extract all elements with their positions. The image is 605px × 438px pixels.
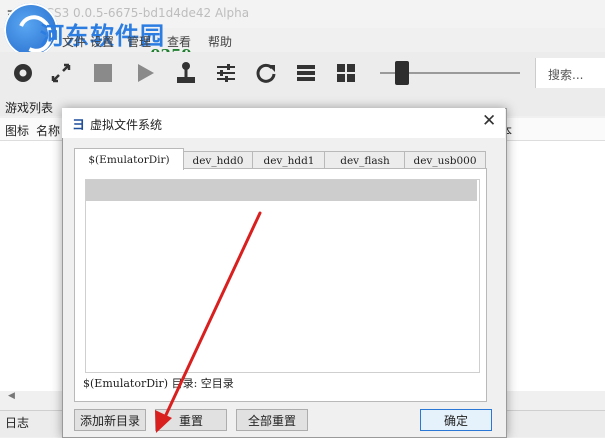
reset-all-button[interactable]: 全部重置 (236, 409, 308, 431)
close-icon[interactable]: ✕ (482, 111, 496, 131)
slider-handle[interactable] (395, 61, 409, 85)
refresh-icon[interactable] (253, 60, 279, 86)
joystick-icon[interactable] (173, 60, 199, 86)
menu-view[interactable]: 查看 (167, 33, 191, 50)
path-list[interactable] (85, 179, 480, 373)
scroll-left-icon[interactable]: ◀ (8, 391, 15, 401)
tab-dev-hdd1[interactable]: dev_hdd1 (252, 151, 326, 169)
menu-help[interactable]: 帮助 (208, 33, 232, 50)
gamelist-title: 游戏列表 (5, 101, 54, 115)
dialog-title: 虚拟文件系统 (90, 118, 163, 132)
column-icon[interactable]: 图标 (5, 122, 29, 139)
ok-button[interactable]: 确定 (420, 409, 492, 431)
fullscreen-icon[interactable] (48, 60, 74, 86)
tab-dev-usb000[interactable]: dev_usb000 (404, 151, 486, 169)
log-title: 日志 (5, 416, 30, 430)
list-item[interactable] (86, 180, 477, 201)
sliders-icon[interactable] (213, 60, 239, 86)
tab-dev-flash[interactable]: dev_flash (324, 151, 406, 169)
stop-icon[interactable] (90, 60, 116, 86)
grid-view-icon[interactable] (333, 60, 359, 86)
reset-button[interactable]: 重置 (155, 409, 227, 431)
menu-settings[interactable]: 设置 (90, 33, 114, 50)
column-name[interactable]: 名称 (36, 122, 60, 139)
play-icon[interactable] (132, 60, 158, 86)
search-placeholder: 搜索... (548, 68, 584, 82)
rpcs3-dialog-icon: ヨ (72, 118, 86, 133)
disc-icon[interactable] (10, 60, 36, 86)
add-directory-button[interactable]: 添加新目录 (74, 409, 146, 431)
directory-status: $(EmulatorDir) 目录: 空目录 (83, 377, 234, 390)
tab-dev-hdd0[interactable]: dev_hdd0 (182, 151, 254, 169)
menu-manage[interactable]: 管理 (127, 33, 151, 50)
list-view-icon[interactable] (293, 60, 319, 86)
menu-file[interactable]: 文件 (62, 33, 86, 50)
tab-emulatordir[interactable]: $(EmulatorDir) (74, 148, 184, 170)
